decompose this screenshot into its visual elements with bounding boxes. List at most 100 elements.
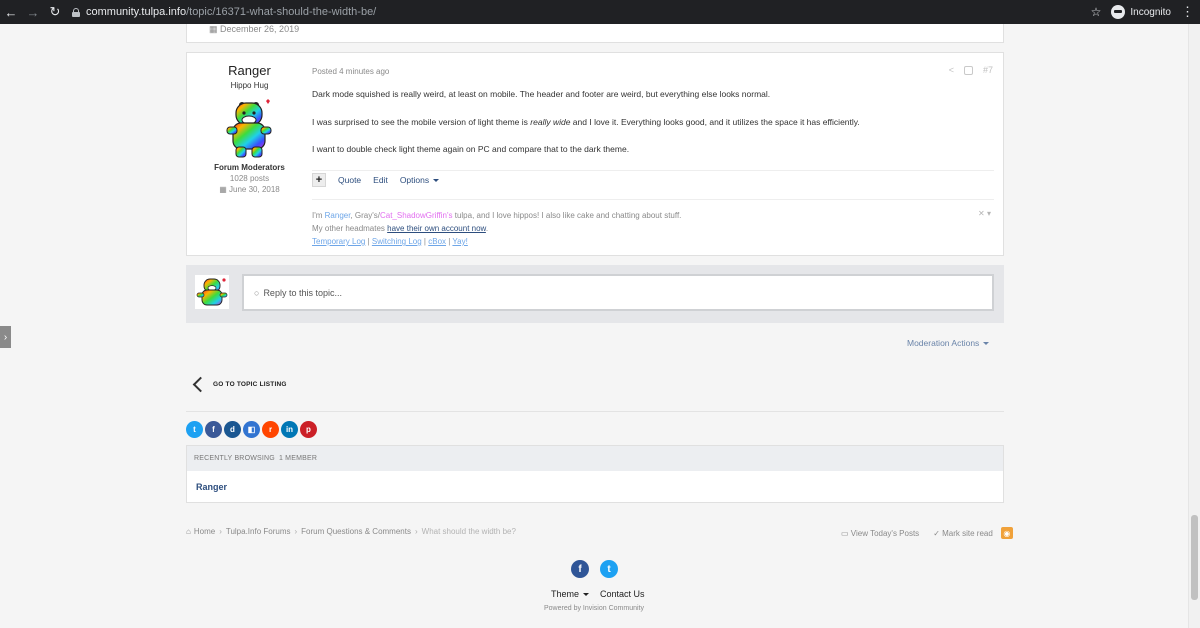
recently-browsing-title: RECENTLY BROWSING: [194, 455, 275, 462]
previous-post-joined: ▦ December 26, 2019: [209, 24, 299, 35]
author-post-count: 1028 posts: [229, 174, 270, 183]
edit-button[interactable]: Edit: [373, 175, 388, 185]
post-paragraph: I was surprised to see the mobile versio…: [312, 117, 992, 145]
checkmark-icon: ✓: [933, 528, 940, 538]
sig-text: tulpa, and I love hippos! I also like ca…: [452, 211, 682, 220]
post-timestamp[interactable]: Posted 4 minutes ago: [312, 67, 389, 76]
caret-down-icon: [983, 341, 990, 345]
social-links: f t: [571, 560, 618, 578]
moderation-actions-label: Moderation Actions: [907, 338, 980, 348]
share-icon[interactable]: <: [949, 65, 954, 75]
reload-icon[interactable]: ↻: [44, 0, 66, 24]
browser-menu-icon[interactable]: ⋮: [1181, 4, 1194, 20]
sig-switching-log-link[interactable]: Switching Log: [372, 237, 422, 246]
sig-name-link[interactable]: Ranger: [325, 211, 351, 220]
scrollbar-thumb[interactable]: [1191, 515, 1198, 600]
twitter-share-icon[interactable]: t: [186, 421, 203, 438]
recently-browsing-panel: RECENTLY BROWSING 1 MEMBER Ranger: [186, 445, 1004, 503]
post-emphasis: really wide: [530, 116, 571, 127]
powered-by[interactable]: Powered by Invision Community: [0, 605, 1188, 612]
reply-input[interactable]: ○ Reply to this topic...: [242, 274, 994, 311]
reddit-share-icon[interactable]: r: [262, 421, 279, 438]
rss-icon[interactable]: ◉: [1000, 527, 1013, 539]
view-todays-posts-link[interactable]: View Today's Posts: [851, 529, 919, 538]
todays-posts-icon: ▭: [841, 528, 849, 538]
side-panel-toggle[interactable]: ›: [0, 326, 11, 348]
chevron-right-icon: ›: [3, 331, 8, 343]
footer-links: ▭ View Today's Posts ✓ Mark site read ◉: [841, 527, 1013, 539]
previous-post-date: December 26, 2019: [220, 24, 300, 34]
post-text: I was surprised to see the mobile versio…: [312, 116, 531, 127]
previous-post: ▦ December 26, 2019: [186, 24, 1004, 43]
moderation-actions-menu[interactable]: Moderation Actions: [907, 338, 990, 348]
forum-post: Ranger Hippo Hug Forum Moderators 1028 p…: [186, 52, 1004, 256]
reply-placeholder: Reply to this topic...: [263, 287, 342, 298]
sig-text: , Gray's/: [350, 211, 380, 220]
chevron-right-icon: ›: [414, 527, 418, 536]
reaction-plus-button[interactable]: +: [312, 173, 326, 187]
chevron-right-icon: ›: [219, 527, 222, 536]
lock-icon: [72, 7, 80, 17]
theme-menu-label[interactable]: Theme: [551, 589, 579, 599]
url-path: /topic/16371-what-should-the-width-be/: [186, 6, 377, 18]
address-bar[interactable]: community.tulpa.info/topic/16371-what-sh…: [66, 0, 1091, 24]
author-name[interactable]: Ranger: [187, 63, 312, 78]
chevron-left-icon[interactable]: [192, 376, 209, 393]
quote-button[interactable]: Quote: [338, 175, 361, 185]
hide-signature-icon[interactable]: ✕ ▾: [978, 209, 991, 218]
sig-text: My other headmates: [312, 224, 388, 233]
contact-us-link[interactable]: Contact Us: [600, 589, 645, 599]
facebook-icon[interactable]: f: [571, 560, 589, 578]
author-joined-date: June 30, 2018: [229, 185, 280, 194]
post-paragraph: I want to double check light theme again…: [312, 144, 630, 154]
delicious-share-icon[interactable]: ◧: [243, 421, 260, 438]
linkedin-share-icon[interactable]: in: [281, 421, 298, 438]
sig-user-link[interactable]: Cat_ShadowGriffin's: [380, 211, 453, 220]
breadcrumb-current: What should the width be?: [421, 527, 516, 536]
incognito-label: Incognito: [1130, 6, 1171, 18]
breadcrumb-category[interactable]: Forum Questions & Comments: [301, 527, 411, 536]
options-menu[interactable]: Options: [400, 175, 440, 185]
home-icon: ⌂: [186, 527, 191, 536]
breadcrumb-home[interactable]: Home: [194, 527, 215, 536]
sig-yay-link[interactable]: Yay!: [452, 237, 467, 246]
breadcrumb-forums[interactable]: Tulpa.Info Forums: [226, 527, 291, 536]
facebook-share-icon[interactable]: f: [205, 421, 222, 438]
chevron-right-icon: ›: [294, 527, 298, 536]
incognito-icon: [1111, 5, 1126, 19]
mark-site-read-link[interactable]: Mark site read: [942, 529, 993, 538]
sig-text: I'm: [312, 211, 325, 220]
sig-cbox-link[interactable]: cBox: [428, 237, 446, 246]
recently-browsing-count: 1 MEMBER: [278, 455, 318, 462]
reply-area: ○ Reply to this topic...: [186, 265, 1004, 323]
browsing-member-link[interactable]: Ranger: [196, 482, 227, 492]
share-buttons: t f d ◧ r in p: [186, 421, 317, 438]
caret-down-icon: [583, 592, 590, 596]
signature-line-1: I'm Ranger, Gray's/Cat_ShadowGriffin's t…: [312, 209, 681, 222]
back-arrow-icon[interactable]: ←: [0, 0, 22, 24]
post-link-icon[interactable]: #7: [983, 65, 993, 75]
sig-text: .: [485, 224, 489, 233]
twitter-icon[interactable]: t: [600, 560, 618, 578]
calendar-icon: ▦: [219, 185, 227, 194]
user-avatar[interactable]: [195, 275, 229, 309]
sig-temporary-log-link[interactable]: Temporary Log: [312, 237, 365, 246]
post-controls: + Quote Edit Options: [312, 173, 440, 187]
caret-down-icon: [433, 178, 440, 182]
divider: [312, 199, 994, 200]
signature-line-2: My other headmates have their own accoun…: [312, 222, 681, 235]
bookmark-star-icon[interactable]: ☆: [1091, 5, 1102, 19]
author-group: Forum Moderators: [214, 163, 285, 172]
incognito-indicator[interactable]: Incognito: [1111, 5, 1171, 19]
author-avatar[interactable]: [225, 99, 273, 159]
post-paragraph: Dark mode squished is really weird, at l…: [312, 89, 771, 99]
post-text: and I love it. Everything looks good, an…: [570, 116, 860, 127]
forward-arrow-icon[interactable]: →: [22, 0, 44, 24]
multiquote-checkbox[interactable]: [963, 65, 973, 75]
signature: I'm Ranger, Gray's/Cat_ShadowGriffin's t…: [312, 209, 681, 248]
digg-share-icon[interactable]: d: [224, 421, 241, 438]
sig-headmates-link[interactable]: have their own account now: [387, 224, 486, 233]
footer-menu: Theme Contact Us: [551, 589, 645, 599]
go-to-topic-listing-link[interactable]: GO TO TOPIC LISTING: [213, 381, 287, 388]
pinterest-share-icon[interactable]: p: [300, 421, 317, 438]
